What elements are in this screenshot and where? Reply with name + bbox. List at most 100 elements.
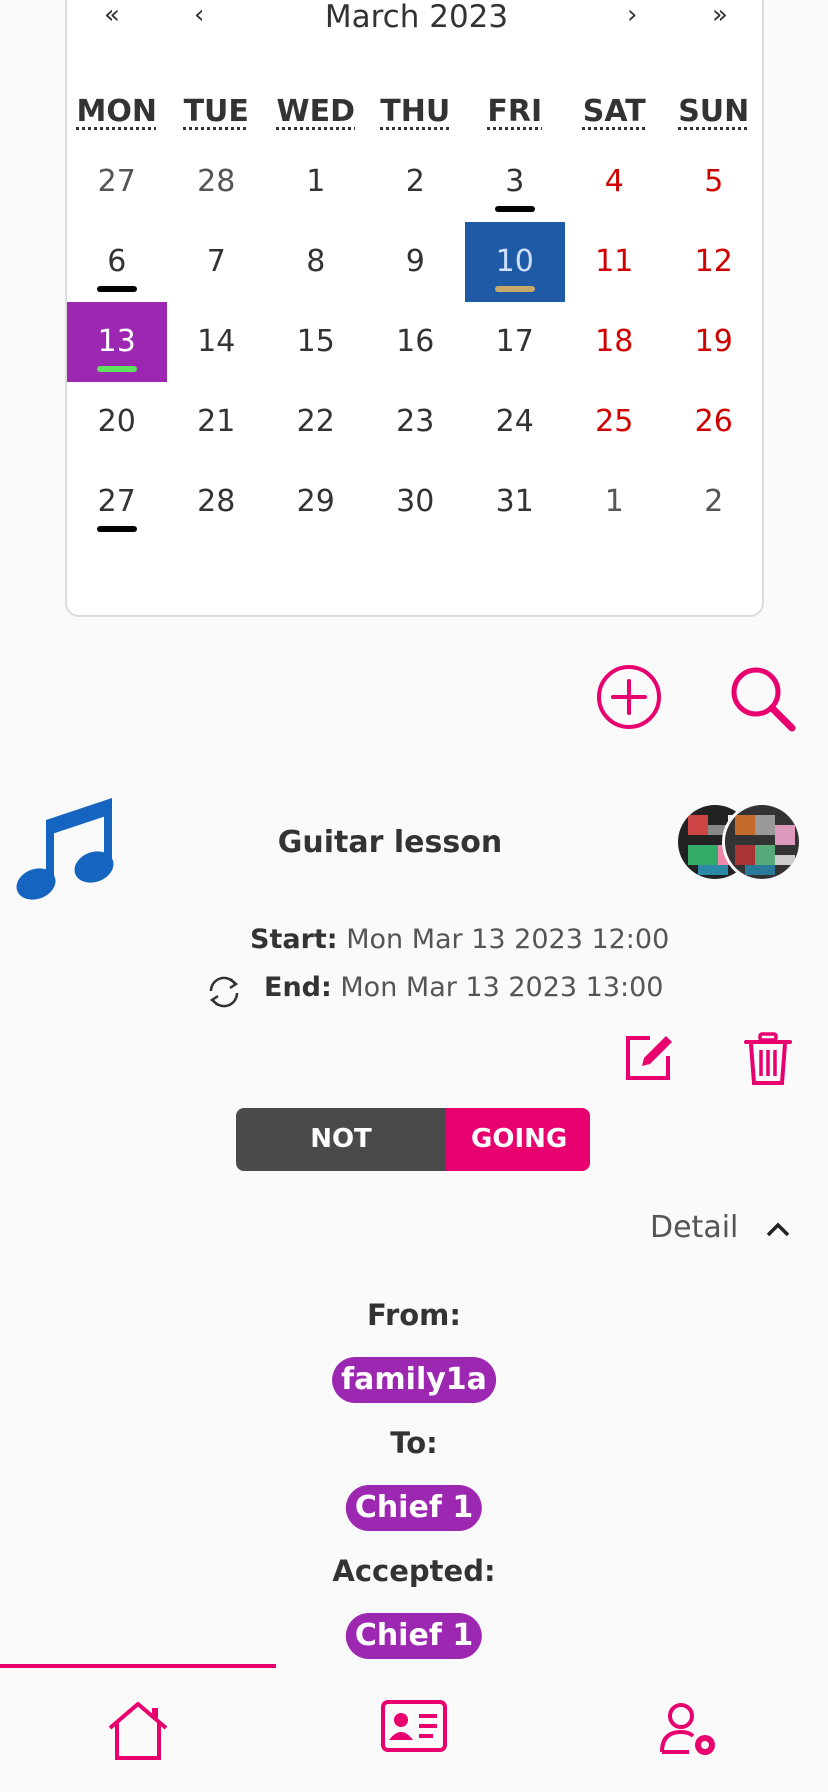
add-event-button[interactable] [596,664,662,734]
calendar-day[interactable]: 16 [366,302,466,382]
next-month-button[interactable]: › [627,2,637,28]
calendar-day[interactable]: 1 [266,142,366,222]
week-row: 6 7 8 9 10 11 12 [67,222,766,302]
day-number: 11 [595,244,634,279]
weekday-wed: WED [276,94,356,129]
calendar-day[interactable]: 18 [565,302,665,382]
calendar-day[interactable]: 27 [67,462,167,542]
day-number: 2 [405,164,425,199]
calendar-title[interactable]: March 2023 [67,2,766,33]
weekday-thu: THU [380,94,451,129]
day-number: 1 [306,164,326,199]
day-number: 2 [704,484,724,519]
calendar-day[interactable]: 13 [67,302,167,382]
calendar-day[interactable]: 15 [266,302,366,382]
day-number: 27 [97,164,136,199]
event-end: End: Mon Mar 13 2023 13:00 [264,972,663,1003]
plus-circle-icon [597,665,661,729]
week-row: 27 28 29 30 31 1 2 [67,462,766,542]
home-icon [108,1702,168,1760]
calendar-day[interactable]: 20 [67,382,167,462]
day-number: 14 [197,324,236,359]
event-indicator [494,206,535,212]
calendar-day[interactable]: 9 [366,222,466,302]
bottom-nav [0,1664,828,1792]
calendar-day[interactable]: 24 [465,382,565,462]
calendar-day[interactable]: 21 [167,382,267,462]
calendar-day[interactable]: 27 [67,142,167,222]
day-number: 18 [595,324,634,359]
calendar-day[interactable]: 22 [266,382,366,462]
calendar-day[interactable]: 1 [565,462,665,542]
day-number: 5 [704,164,724,199]
nav-contacts[interactable] [276,1700,552,1780]
contact-card-icon [381,1700,447,1752]
calendar-day[interactable]: 3 [465,142,565,222]
calendar-day[interactable]: 28 [167,462,267,542]
day-number: 3 [505,164,525,199]
edit-button[interactable] [622,1032,674,1088]
delete-button[interactable] [744,1032,792,1090]
accepted-chip: Chief 1 [345,1613,483,1659]
calendar-day[interactable]: 5 [664,142,764,222]
detail-toggle[interactable]: Detail [650,1210,790,1245]
day-number: 31 [495,484,534,519]
calendar-day[interactable]: 19 [664,302,764,382]
to-chip: Chief 1 [345,1485,483,1531]
event-indicator [494,286,535,292]
event-indicator [96,366,137,372]
day-number: 4 [604,164,624,199]
day-number: 7 [206,244,226,279]
day-number: 15 [296,324,335,359]
calendar-day[interactable]: 25 [565,382,665,462]
calendar-day[interactable]: 2 [366,142,466,222]
to-label: To: [390,1426,438,1460]
weekday-header: MON TUE WED THU FRI SAT SUN [67,92,766,142]
calendar-day[interactable]: 4 [565,142,665,222]
going-option[interactable]: GOING [446,1108,590,1171]
day-number: 8 [306,244,326,279]
calendar-day[interactable]: 23 [366,382,466,462]
day-number: 23 [396,404,435,439]
avatar[interactable] [722,802,802,882]
event-indicator [96,286,137,292]
week-row: 13 14 15 16 17 18 19 [67,302,766,382]
day-number: 26 [694,404,733,439]
calendar-day[interactable]: 6 [67,222,167,302]
day-number: 21 [197,404,236,439]
day-number: 30 [396,484,435,519]
nav-user-settings[interactable] [552,1700,828,1780]
calendar-day[interactable]: 29 [266,462,366,542]
calendar-day[interactable]: 14 [167,302,267,382]
start-label: Start: [250,924,338,955]
calendar-day[interactable]: 11 [565,222,665,302]
nav-home[interactable] [0,1700,276,1780]
day-number: 28 [197,164,236,199]
calendar-day[interactable]: 28 [167,142,267,222]
not-going-option[interactable]: NOT GOING [236,1108,446,1171]
calendar-day[interactable]: 12 [664,222,764,302]
week-row: 20 21 22 23 24 25 26 [67,382,766,462]
avatar-image [725,805,799,879]
last-month-button[interactable]: » [712,2,728,28]
calendar-day[interactable]: 7 [167,222,267,302]
trash-icon [744,1032,792,1085]
user-settings-icon [660,1703,715,1755]
calendar-day[interactable]: 30 [366,462,466,542]
calendar-day[interactable]: 2 [664,462,764,542]
calendar-day[interactable]: 31 [465,462,565,542]
calendar-day[interactable]: 17 [465,302,565,382]
event-title: Guitar lesson [277,825,503,860]
calendar-day[interactable]: 26 [664,382,764,462]
calendar-day[interactable]: 10 [465,222,565,302]
day-number: 17 [495,324,534,359]
accepted-label: Accepted: [332,1554,496,1588]
from-chip: family1a [332,1357,496,1403]
edit-icon [626,1036,672,1080]
calendar-grid: MON TUE WED THU FRI SAT SUN 27 28 1 2 3 4 5 6 7 8… [67,92,766,542]
calendar-day[interactable]: 8 [266,222,366,302]
day-number: 10 [495,244,534,279]
day-number: 9 [405,244,425,279]
search-button[interactable] [728,664,798,738]
day-number: 25 [595,404,634,439]
